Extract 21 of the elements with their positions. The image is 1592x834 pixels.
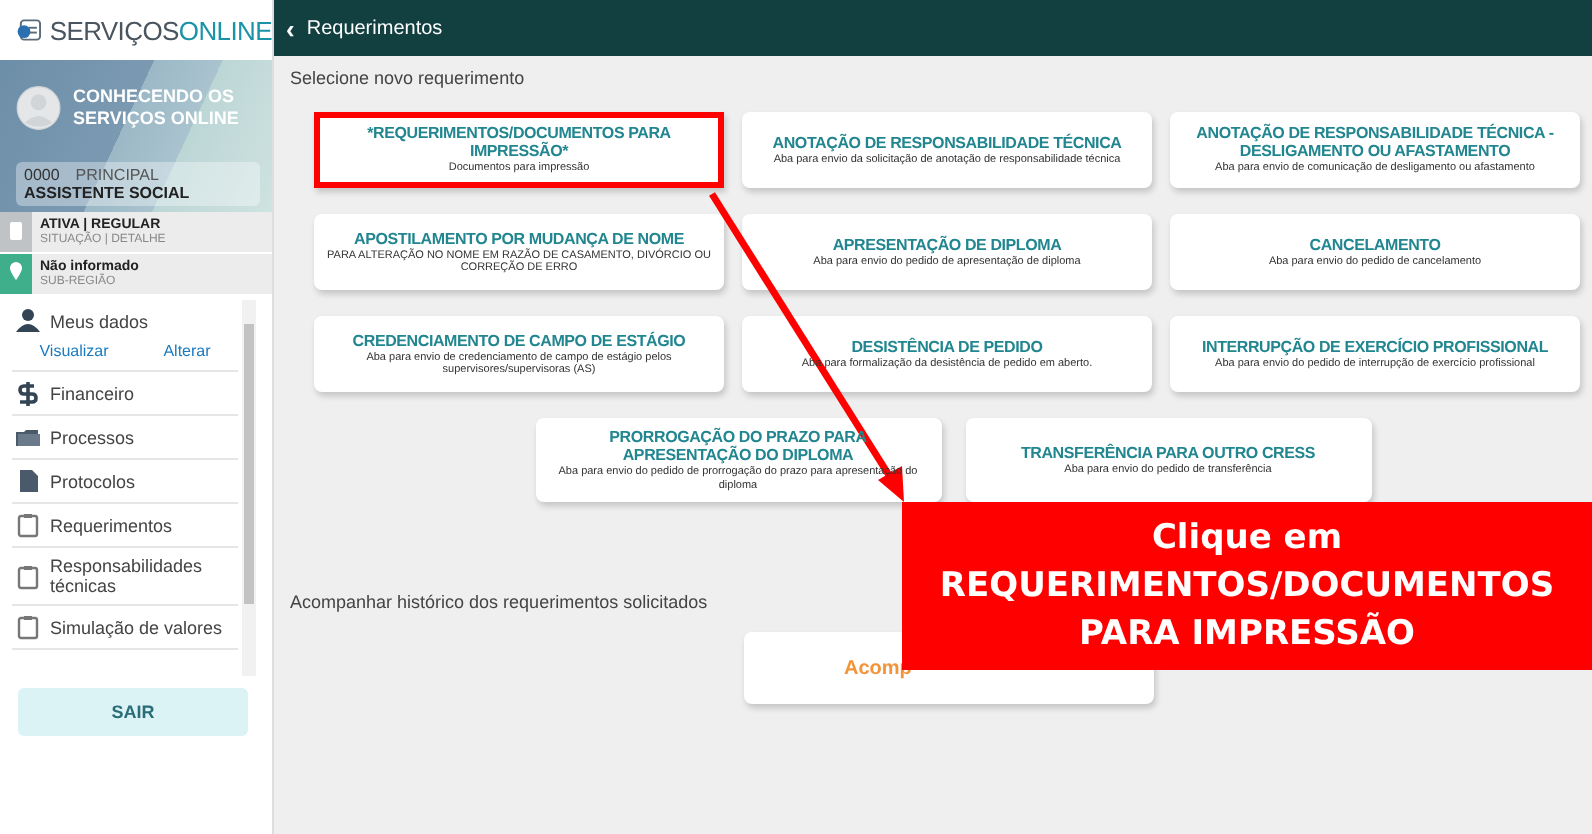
profile-heading: CONHECENDO OS SERVIÇOS ONLINE [73, 86, 241, 130]
card-title: APOSTILAMENTO POR MUDANÇA DE NOME [352, 229, 686, 247]
card-title: CREDENCIAMENTO DE CAMPO DE ESTÁGIO [350, 331, 688, 349]
member-number: 0000 [24, 166, 60, 184]
card-title: ANOTAÇÃO DE RESPONSABILIDADE TÉCNICA [770, 133, 1124, 152]
card-title: INTERRUPÇÃO DE EXERCÍCIO PROFISSIONAL [1199, 337, 1551, 356]
card-title: DESISTÊNCIA DE PEDIDO [849, 337, 1045, 356]
callout-text: REQUERIMENTOS/DOCUMENTOS [939, 564, 1555, 610]
member-profession: ASSISTENTE SOCIAL [24, 184, 192, 202]
section-label: Acompanhar histórico dos requerimentos solicitados [290, 592, 710, 612]
card-title: *REQUERIMENTOS/DOCUMENTOS PARA IMPRESSÃO* [365, 124, 673, 161]
card-title: TRANSFERÊNCIA PARA OUTRO CRESS [1018, 443, 1318, 462]
card-title: ANOTAÇÃO DE RESPONSABILIDADE TÉCNICA - DESLIGAMENTO OU AFASTAMENTO [1194, 124, 1556, 161]
page-title: Requerimentos [306, 17, 443, 39]
card-title: CANCELAMENTO [1307, 235, 1443, 254]
card-title: APRESENTAÇÃO DE DIPLOMA [830, 235, 1064, 254]
member-role: PRINCIPAL [75, 166, 159, 184]
callout-text: PARA IMPRESSÃO [1079, 610, 1415, 658]
logo-text: SERVIÇOSONLINE [49, 15, 272, 45]
section-label: Selecione novo requerimento [290, 68, 527, 88]
callout-text: Clique em [1151, 516, 1343, 562]
